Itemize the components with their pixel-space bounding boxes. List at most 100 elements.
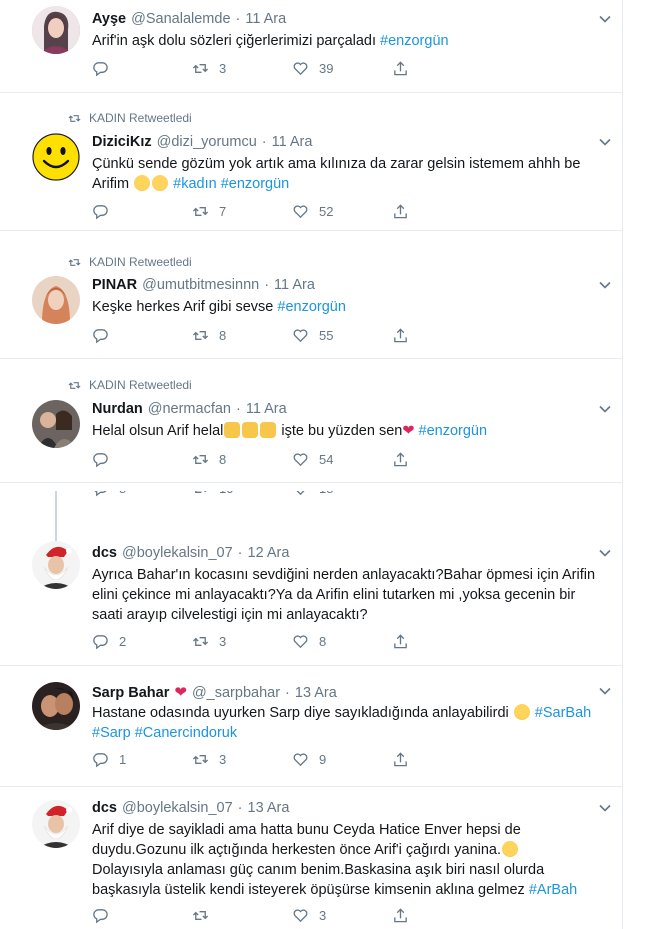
retweeted-by[interactable]: KADIN Retweetledi — [68, 111, 192, 125]
tweet-date[interactable]: 11 Ara — [245, 11, 286, 27]
chevron-down-icon[interactable] — [598, 135, 612, 149]
tweet-text-body: işte bu yüzden sen — [277, 423, 403, 439]
tweet-date[interactable]: 12 Ara — [248, 545, 290, 561]
hashtag-link[interactable]: #enzorgün — [419, 423, 488, 439]
tweet-1[interactable]: Ayşe @Sanalalemde · 11 Ara Arif'in aşk d… — [0, 0, 622, 93]
avatar[interactable] — [32, 133, 80, 181]
chevron-down-icon[interactable] — [598, 801, 612, 815]
hashtag-link[interactable]: #kadın — [173, 176, 217, 192]
share-button[interactable] — [392, 327, 492, 344]
partial-tweet-actions: 8 10 18 — [0, 491, 622, 515]
tweet-text-body: Arif'in aşk dolu sözleri çiğerlerimizi p… — [92, 33, 381, 49]
username[interactable]: @umutbitmesinnn — [142, 277, 259, 293]
username[interactable]: @boylekalsin_07 — [122, 800, 233, 816]
tweet-date[interactable]: 11 Ara — [272, 134, 313, 150]
hashtag-link[interactable]: #Sarp — [92, 725, 131, 741]
like-button[interactable]: 39 — [292, 60, 392, 77]
tweet-5[interactable]: dcs @boylekalsin_07 · 12 Ara Ayrıca Baha… — [0, 515, 622, 665]
like-button[interactable]: 54 — [292, 451, 392, 468]
display-name[interactable]: PINAR — [92, 277, 137, 293]
hashtag-link[interactable]: #Canercindoruk — [135, 725, 237, 741]
username[interactable]: @nermacfan — [148, 401, 231, 417]
reply-icon — [93, 635, 108, 650]
avatar[interactable] — [32, 6, 80, 54]
hashtag-link[interactable]: #ArBah — [529, 882, 577, 898]
display-name[interactable]: Sarp Bahar — [92, 685, 169, 701]
tweet-4[interactable]: KADIN Retweetledi Nurdan @nermacfan · 11… — [0, 368, 622, 483]
tweet-text: Keşke herkes Arif gibi sevse #enzorgün — [92, 297, 602, 317]
like-button[interactable]: 55 — [292, 327, 392, 344]
tweet-text-body: Arifim — [92, 176, 134, 192]
like-count: 54 — [319, 452, 334, 467]
reply-button[interactable] — [92, 907, 192, 924]
retweet-button[interactable]: 8 — [192, 327, 292, 344]
like-button[interactable]: 52 — [292, 203, 392, 220]
like-button[interactable]: 9 — [292, 751, 392, 768]
avatar[interactable] — [32, 276, 80, 324]
username[interactable]: @_sarpbahar — [192, 685, 280, 701]
share-button[interactable] — [392, 633, 492, 650]
reply-button[interactable]: 1 — [92, 751, 192, 768]
reply-button[interactable] — [92, 327, 192, 344]
retweet-button[interactable]: 3 — [192, 60, 292, 77]
display-name[interactable]: dcs — [92, 800, 117, 816]
heart-icon — [293, 62, 308, 76]
like-button[interactable]: 18 — [292, 491, 392, 497]
reply-button[interactable]: 8 — [92, 491, 192, 497]
reply-button[interactable] — [92, 203, 192, 220]
chevron-down-icon[interactable] — [598, 12, 612, 26]
share-icon — [394, 908, 407, 923]
tweet-text-line: başkasıyla üstelik kendi isteyerek öpüşü… — [92, 880, 602, 900]
retweet-button[interactable]: 10 — [192, 491, 292, 497]
tweet-7[interactable]: dcs @boylekalsin_07 · 13 Ara Arif diye d… — [0, 788, 622, 929]
display-name[interactable]: Nurdan — [92, 401, 143, 417]
reply-button[interactable]: 2 — [92, 633, 192, 650]
reply-button[interactable] — [92, 451, 192, 468]
share-button[interactable] — [392, 60, 492, 77]
like-button[interactable]: 8 — [292, 633, 392, 650]
display-name[interactable]: DiziciKız — [92, 134, 152, 150]
tweet-6[interactable]: Sarp Bahar ❤ @_sarpbahar · 13 Ara Hastan… — [0, 665, 622, 787]
tweet-date[interactable]: 11 Ara — [246, 401, 287, 417]
share-button[interactable] — [392, 451, 492, 468]
chevron-down-icon[interactable] — [598, 278, 612, 292]
chevron-down-icon[interactable] — [598, 684, 612, 698]
hashtag-link[interactable]: #enzorgün — [277, 299, 346, 315]
tweet-text-line: Arifim #kadın #enzorgün — [92, 174, 602, 194]
tweet-2[interactable]: KADIN Retweetledi DiziciKız @dizi_yorumc… — [0, 101, 622, 231]
chevron-down-icon[interactable] — [598, 546, 612, 560]
avatar[interactable] — [32, 541, 80, 589]
tweet-text-body: Keşke herkes Arif gibi sevse — [92, 299, 278, 315]
display-name[interactable]: Ayşe — [92, 11, 126, 27]
avatar[interactable] — [32, 800, 80, 848]
avatar[interactable] — [32, 682, 80, 730]
tweet-header: DiziciKız @dizi_yorumcu · 11 Ara — [92, 134, 312, 150]
relieved-face-emoji — [134, 175, 151, 191]
share-button[interactable] — [392, 907, 492, 924]
chevron-down-icon[interactable] — [598, 402, 612, 416]
hashtag-link[interactable]: #enzorgün — [380, 33, 449, 49]
tweet-date[interactable]: 13 Ara — [248, 800, 290, 816]
username[interactable]: @boylekalsin_07 — [122, 545, 233, 561]
username[interactable]: @dizi_yorumcu — [157, 134, 257, 150]
hashtag-link[interactable]: #enzorgün — [221, 176, 290, 192]
username[interactable]: @Sanalalemde — [131, 11, 230, 27]
hashtag-link[interactable]: #SarBah — [535, 705, 591, 721]
display-name[interactable]: dcs — [92, 545, 117, 561]
retweet-button[interactable]: 3 — [192, 751, 292, 768]
avatar[interactable] — [32, 400, 80, 448]
reply-button[interactable] — [92, 60, 192, 77]
like-button[interactable]: 3 — [292, 907, 392, 924]
retweet-button[interactable] — [192, 907, 292, 924]
share-button[interactable] — [392, 751, 492, 768]
retweeted-by[interactable]: KADIN Retweetledi — [68, 255, 192, 269]
tweet-date[interactable]: 11 Ara — [274, 277, 315, 293]
retweet-icon — [195, 491, 207, 493]
retweet-button[interactable]: 7 — [192, 203, 292, 220]
retweeted-by[interactable]: KADIN Retweetledi — [68, 378, 192, 392]
tweet-date[interactable]: 13 Ara — [295, 685, 337, 701]
tweet-3[interactable]: KADIN Retweetledi PINAR @umutbitmesinnn … — [0, 245, 622, 359]
share-button[interactable] — [392, 203, 492, 220]
retweet-button[interactable]: 3 — [192, 633, 292, 650]
retweet-button[interactable]: 8 — [192, 451, 292, 468]
